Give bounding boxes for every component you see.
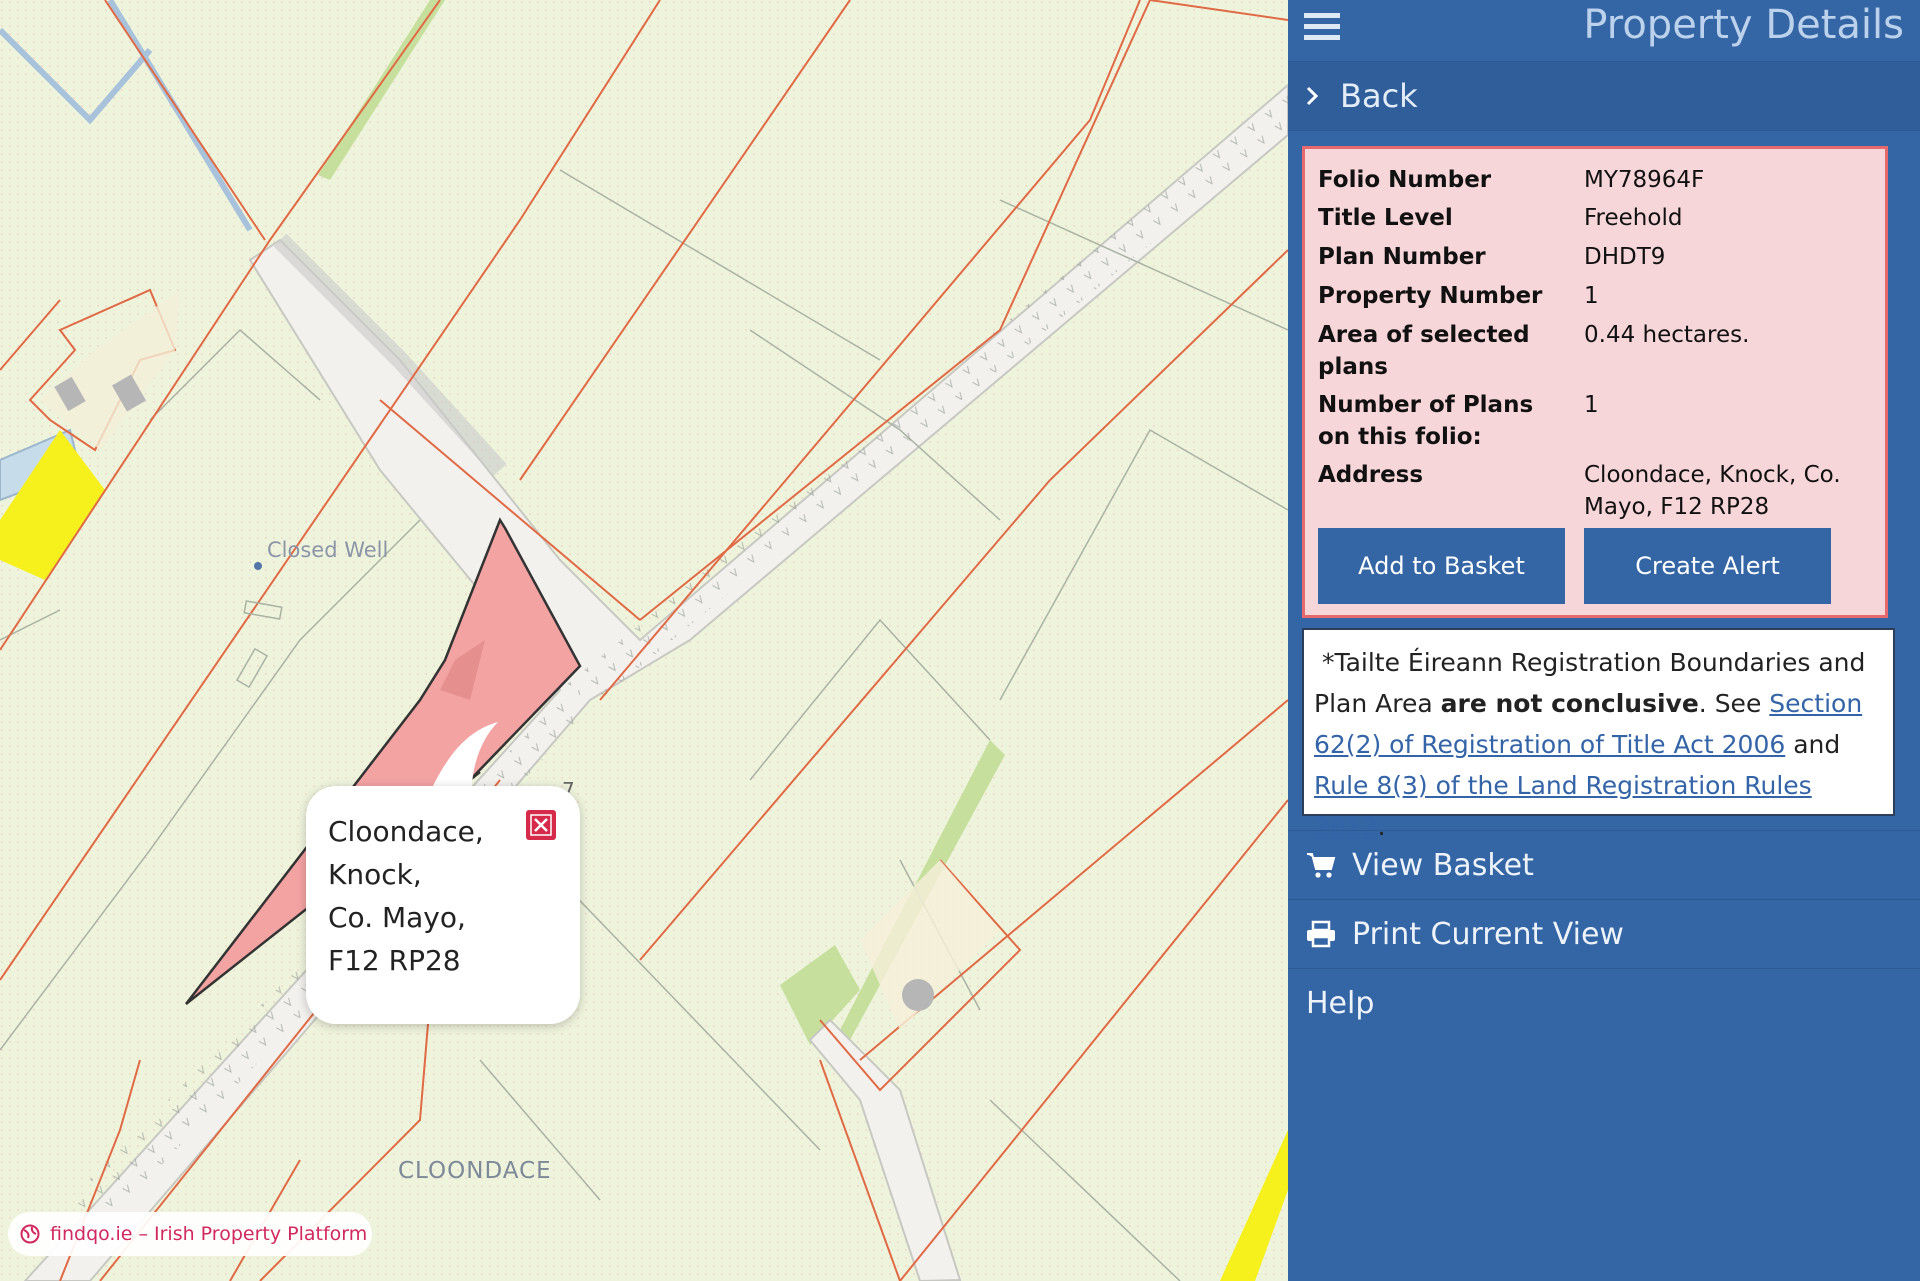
- closed-well-label: Closed Well: [267, 538, 389, 562]
- print-label: Print Current View: [1352, 916, 1624, 952]
- panel-title: Property Details: [1583, 2, 1904, 48]
- detail-label: Title Level: [1318, 205, 1453, 231]
- print-current-view-button[interactable]: Print Current View: [1288, 899, 1920, 968]
- popup-line: F12 RP28: [328, 944, 461, 977]
- help-label: Help: [1306, 985, 1375, 1021]
- popup-address: Cloondace, Knock, Co. Mayo, F12 RP28: [328, 810, 558, 982]
- popup-line: Knock,: [328, 858, 422, 891]
- help-button[interactable]: Help: [1288, 968, 1920, 1037]
- detail-value: 0.44 hectares.: [1584, 322, 1750, 348]
- disclaimer-text: and: [1785, 730, 1841, 759]
- popup-line: Cloondace,: [328, 815, 484, 848]
- add-to-basket-button[interactable]: Add to Basket: [1318, 528, 1565, 604]
- townland-label: CLOONDACE: [398, 1158, 552, 1184]
- detail-value: Cloondace, Knock, Co. Mayo, F12 RP28: [1584, 462, 1841, 520]
- detail-value: DHDT9: [1584, 244, 1666, 270]
- detail-value: MY78964F: [1584, 167, 1705, 193]
- back-label: Back: [1340, 77, 1418, 115]
- watermark: findqo.ie – Irish Property Platform: [8, 1212, 372, 1256]
- property-details-box: Folio Number MY78964F Title Level Freeho…: [1302, 146, 1888, 618]
- chevron-right-icon: [1306, 86, 1318, 106]
- back-button[interactable]: Back: [1288, 62, 1920, 131]
- globe-icon: [20, 1224, 40, 1244]
- popup-line: Co. Mayo,: [328, 901, 466, 934]
- detail-label: Address: [1318, 462, 1424, 488]
- detail-label: Plan Number: [1318, 244, 1486, 270]
- detail-value: Freehold: [1584, 205, 1683, 231]
- disclaimer-bold: are not conclusive: [1440, 689, 1699, 718]
- view-basket-label: View Basket: [1352, 847, 1534, 883]
- map-graphics: [0, 0, 1288, 1281]
- property-details-panel: Property Details Back Folio Number MY789…: [1288, 0, 1920, 1281]
- detail-value: 1: [1584, 283, 1599, 309]
- detail-label: Number of Plans on this folio:: [1318, 392, 1534, 450]
- disclaimer: *Tailte Éireann Registration Boundaries …: [1302, 628, 1895, 841]
- detail-label: Folio Number: [1318, 167, 1492, 193]
- hamburger-icon[interactable]: [1304, 10, 1340, 46]
- printer-icon: [1306, 920, 1352, 948]
- detail-value: 1: [1584, 392, 1599, 418]
- watermark-text: findqo.ie – Irish Property Platform: [50, 1223, 368, 1245]
- disclaimer-text: . See: [1698, 689, 1770, 718]
- map-canvas[interactable]: Closed Well CLOONDACE 7 Cloondace, Knock…: [0, 0, 1288, 1281]
- detail-label: Property Number: [1318, 283, 1543, 309]
- well-marker: [254, 562, 262, 570]
- create-alert-button[interactable]: Create Alert: [1584, 528, 1831, 604]
- view-basket-button[interactable]: View Basket: [1288, 830, 1920, 899]
- close-icon[interactable]: [526, 810, 556, 840]
- panel-header: Property Details: [1288, 0, 1920, 62]
- detail-label: Area of selected plans: [1318, 322, 1530, 380]
- cart-icon: [1306, 851, 1352, 879]
